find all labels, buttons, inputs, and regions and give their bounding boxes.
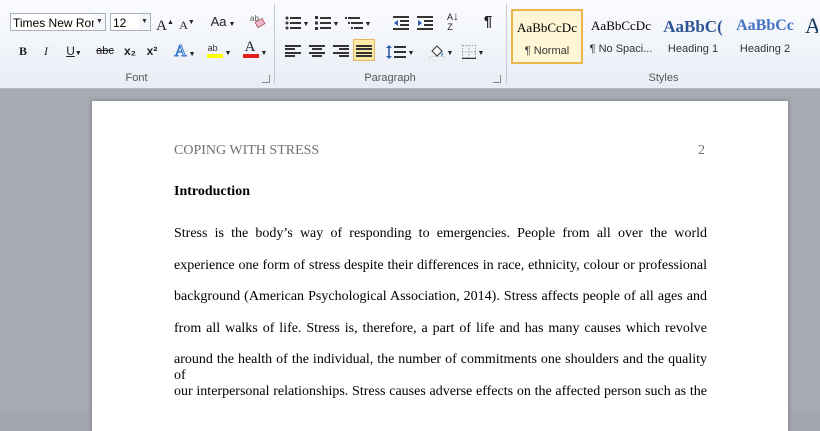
grow-font-label: A xyxy=(156,18,167,34)
style-next-preview[interactable]: A xyxy=(803,9,820,64)
font-size-combo[interactable]: 12 ▼ xyxy=(110,13,151,31)
highlight-button[interactable]: ab ▼ xyxy=(204,40,234,62)
paragraph-line: Stress is the body’s way of responding t… xyxy=(174,226,707,241)
font-group: Times New Rom ▼ 12 ▼ A▲ A▼ Aa ▼ ab B I U… xyxy=(0,0,273,88)
decrease-indent-icon xyxy=(393,15,409,30)
justify-button[interactable] xyxy=(353,39,375,61)
paragraph-line: from all walks of life. Stress is, there… xyxy=(174,321,707,336)
style-sample: AaBbCcDc xyxy=(591,18,651,33)
styles-group-label: Styles xyxy=(648,72,679,84)
ribbon: Times New Rom ▼ 12 ▼ A▲ A▼ Aa ▼ ab B I U… xyxy=(0,0,820,89)
clear-formatting-icon: ab xyxy=(250,14,266,29)
highlight-swatch xyxy=(206,54,223,58)
underline-label: U xyxy=(66,44,75,58)
strikethrough-label: abc xyxy=(96,45,114,57)
paragraph-line: around the health of the individual, the… xyxy=(174,352,707,383)
highlight-icon: ab xyxy=(206,40,223,58)
superscript-button[interactable]: x² xyxy=(143,40,161,62)
style-sample: AaBbCcDc xyxy=(517,20,577,35)
style-name: Heading 1 xyxy=(667,43,719,55)
increase-indent-button[interactable] xyxy=(415,11,435,33)
styles-group: AaBbCcDc ¶ Normal AaBbCcDc ¶ No Spaci...… xyxy=(507,0,820,88)
numbering-button[interactable]: ▼ xyxy=(313,11,341,33)
subscript-label: x₂ xyxy=(123,44,136,58)
style-name: ¶ Normal xyxy=(524,45,570,57)
clear-formatting-button[interactable]: ab xyxy=(248,11,268,33)
paragraph-line: experience one form of stress despite th… xyxy=(174,258,707,273)
align-left-button[interactable] xyxy=(283,40,303,62)
paragraph-line: our interpersonal relationships. Stress … xyxy=(174,384,707,399)
borders-button[interactable]: ▼ xyxy=(459,40,487,62)
numbering-icon xyxy=(314,15,331,30)
style-heading-2[interactable]: AaBbCc Heading 2 xyxy=(729,9,801,64)
font-dialog-launcher-icon[interactable] xyxy=(262,75,270,83)
font-size-dropdown-icon[interactable]: ▼ xyxy=(139,14,150,30)
multilevel-list-button[interactable]: ▼ xyxy=(343,11,373,33)
section-heading: Introduction xyxy=(174,184,250,199)
align-center-icon xyxy=(309,45,325,57)
show-formatting-marks-button[interactable]: ¶ xyxy=(478,11,498,33)
shrink-font-label: A xyxy=(179,18,188,32)
paragraph-group: ▼ ▼ ▼ A Z↓ ¶ ▼ ▼ ▼ Paragraph xyxy=(275,0,505,88)
paragraph-dialog-launcher-icon[interactable] xyxy=(493,75,501,83)
pilcrow-icon: ¶ xyxy=(483,13,493,30)
document-area: COPING WITH STRESS 2 Introduction Stress… xyxy=(0,89,820,431)
paragraph-group-label: Paragraph xyxy=(364,72,416,84)
font-name-combo[interactable]: Times New Rom ▼ xyxy=(10,13,106,31)
underline-button[interactable]: U ▼ xyxy=(61,40,87,62)
document-page[interactable]: COPING WITH STRESS 2 Introduction Stress… xyxy=(92,101,788,431)
style-sample: AaBbCc xyxy=(736,17,794,34)
superscript-label: x² xyxy=(146,44,158,58)
style-name: Heading 2 xyxy=(739,43,791,55)
shrink-font-button[interactable]: A▼ xyxy=(178,11,196,33)
change-case-label: Aa xyxy=(210,14,227,29)
font-color-button[interactable]: A ▼ xyxy=(240,39,270,62)
style-no-spacing[interactable]: AaBbCcDc ¶ No Spaci... xyxy=(585,9,657,64)
italic-button[interactable]: I xyxy=(37,40,55,62)
style-name: ¶ No Spaci... xyxy=(589,43,653,55)
grow-font-button[interactable]: A▲ xyxy=(156,11,174,34)
multilevel-list-icon xyxy=(344,16,363,29)
borders-icon xyxy=(461,44,476,60)
subscript-button[interactable]: x₂ xyxy=(121,40,139,62)
align-left-icon xyxy=(285,45,301,57)
align-right-button[interactable] xyxy=(331,40,351,62)
text-effects-button[interactable]: A ▼ xyxy=(172,40,198,62)
bold-label: B xyxy=(18,44,27,58)
font-group-label: Font xyxy=(125,72,148,84)
bullets-icon xyxy=(285,16,301,30)
font-color-icon: A xyxy=(242,39,259,58)
font-name-value: Times New Rom xyxy=(13,16,102,30)
line-spacing-button[interactable]: ▼ xyxy=(385,40,415,62)
font-size-value: 12 xyxy=(113,16,127,30)
change-case-button[interactable]: Aa ▼ xyxy=(208,11,238,33)
style-heading-1[interactable]: AaBbC( Heading 1 xyxy=(657,9,729,64)
text-effects-icon: A xyxy=(174,41,187,61)
bold-button[interactable]: B xyxy=(14,40,32,62)
align-right-icon xyxy=(333,45,349,57)
style-sample: AaBbC( xyxy=(663,17,723,36)
align-center-button[interactable] xyxy=(307,40,327,62)
sort-button[interactable]: A Z↓ xyxy=(443,10,463,33)
line-spacing-icon xyxy=(385,44,406,59)
paint-bucket-icon xyxy=(428,45,445,61)
running-header-title: COPING WITH STRESS xyxy=(174,143,320,158)
shading-button[interactable]: ▼ xyxy=(427,40,455,62)
strikethrough-button[interactable]: abc xyxy=(94,40,116,62)
justify-icon xyxy=(356,45,372,57)
paragraph-line: background (American Psychological Assoc… xyxy=(174,289,707,304)
page-number: 2 xyxy=(698,143,705,158)
italic-label: I xyxy=(44,44,48,58)
decrease-indent-button[interactable] xyxy=(391,11,411,33)
font-name-dropdown-icon[interactable]: ▼ xyxy=(94,14,105,30)
style-sample: A xyxy=(805,13,818,38)
bullets-button[interactable]: ▼ xyxy=(283,11,311,33)
font-color-swatch xyxy=(242,54,259,58)
increase-indent-icon xyxy=(417,15,433,30)
style-normal[interactable]: AaBbCcDc ¶ Normal xyxy=(511,9,583,64)
